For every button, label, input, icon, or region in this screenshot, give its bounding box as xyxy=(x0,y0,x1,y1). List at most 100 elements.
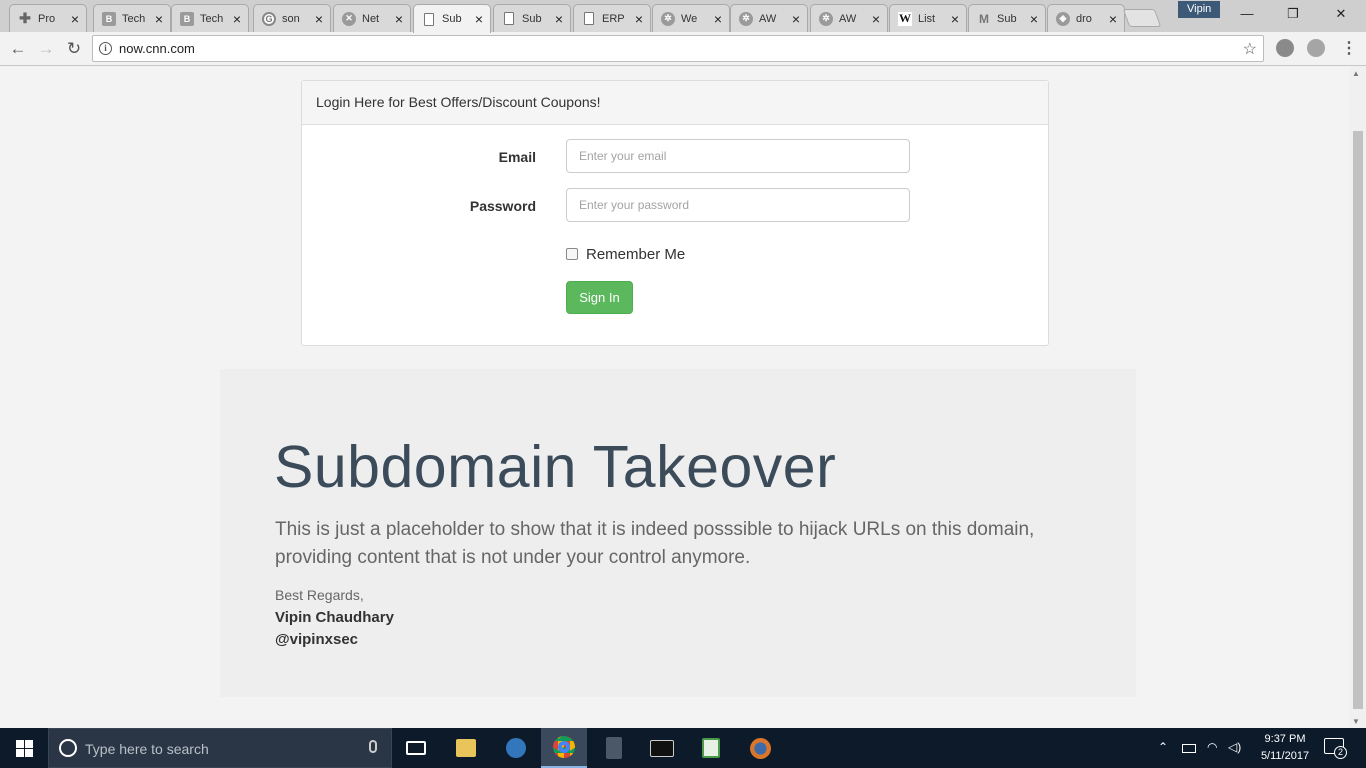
close-icon[interactable]: × xyxy=(69,11,81,27)
firefox-icon[interactable] xyxy=(737,728,783,768)
author-handle: @vipinxsec xyxy=(275,631,358,648)
close-icon[interactable]: × xyxy=(473,11,485,27)
address-bar[interactable]: i now.cnn.com ☆ xyxy=(92,35,1264,62)
password-field[interactable] xyxy=(566,188,910,222)
tab-10[interactable]: ✲ AW × xyxy=(810,4,888,32)
close-icon[interactable]: × xyxy=(712,11,724,27)
scroll-up-arrow-icon[interactable]: ▲ xyxy=(1352,69,1360,78)
page-title: Subdomain Takeover xyxy=(274,434,837,500)
start-button[interactable] xyxy=(0,728,48,768)
edge-icon[interactable] xyxy=(493,728,539,768)
tab-5-active[interactable]: Sub × xyxy=(413,4,491,33)
url-text[interactable]: now.cnn.com xyxy=(119,41,195,56)
star-icon[interactable]: ☆ xyxy=(1243,39,1257,59)
password-label: Password xyxy=(469,198,536,214)
tab-8[interactable]: ✲ We × xyxy=(652,4,730,32)
browser-toolbar: ← → ↻ i now.cnn.com ☆ ⋮ xyxy=(0,32,1366,66)
remember-me-checkbox[interactable] xyxy=(566,248,578,260)
new-tab-button[interactable] xyxy=(1122,9,1162,27)
close-icon[interactable]: × xyxy=(633,11,645,27)
close-icon[interactable]: × xyxy=(870,11,882,27)
scroll-thumb[interactable] xyxy=(1353,131,1363,709)
tab-0[interactable]: ✚ Pro × xyxy=(9,4,87,32)
file-explorer-icon[interactable] xyxy=(443,728,489,768)
tab-6[interactable]: Sub × xyxy=(493,4,571,32)
search-placeholder[interactable]: Type here to search xyxy=(85,741,209,757)
tab-11[interactable]: W List × xyxy=(889,4,967,32)
wikipedia-icon: W xyxy=(898,11,912,26)
blogger-icon: B xyxy=(180,11,194,26)
close-icon[interactable]: × xyxy=(153,11,165,27)
extension-icon[interactable] xyxy=(1276,39,1294,57)
tab-2[interactable]: B Tech × xyxy=(171,4,249,32)
windows-logo-icon xyxy=(16,740,24,748)
microphone-icon[interactable] xyxy=(369,740,377,753)
tab-7[interactable]: ERP × xyxy=(573,4,651,32)
clock-date: 5/11/2017 xyxy=(1260,750,1310,762)
sign-in-button[interactable]: Sign In xyxy=(566,281,633,314)
taskbar-search[interactable]: Type here to search xyxy=(48,728,392,768)
reload-icon[interactable]: ↻ xyxy=(61,36,87,62)
close-icon[interactable]: × xyxy=(1028,11,1040,27)
tab-4[interactable]: ✕ Net × xyxy=(333,4,411,32)
tab-12[interactable]: M Sub × xyxy=(968,4,1046,32)
system-clock[interactable]: 9:37 PM 5/11/2017 xyxy=(1250,731,1320,765)
gear-icon: ✲ xyxy=(819,11,833,26)
tab-title: Tech xyxy=(200,12,224,25)
page-icon xyxy=(424,12,434,26)
info-icon[interactable]: i xyxy=(99,42,112,55)
tab-title: AW xyxy=(839,12,857,25)
tab-title: AW xyxy=(759,12,777,25)
menu-icon[interactable]: ⋮ xyxy=(1341,36,1357,62)
forward-arrow-icon[interactable]: → xyxy=(33,36,59,62)
tab-title: We xyxy=(681,12,698,25)
tab-title: dro xyxy=(1076,12,1092,25)
tab-title: Sub xyxy=(997,12,1017,25)
plus-icon: ✚ xyxy=(19,10,31,26)
extension-icon[interactable] xyxy=(1307,39,1325,57)
close-icon[interactable]: × xyxy=(231,11,243,27)
close-icon[interactable]: × xyxy=(393,11,405,27)
notepad-icon[interactable] xyxy=(688,728,734,768)
tab-title: Pro xyxy=(38,12,56,25)
page-viewport: Login Here for Best Offers/Discount Coup… xyxy=(0,67,1366,728)
close-icon[interactable]: × xyxy=(1107,11,1119,27)
back-arrow-icon[interactable]: ← xyxy=(5,36,31,62)
scroll-down-arrow-icon[interactable]: ▼ xyxy=(1352,717,1360,726)
close-icon[interactable]: × xyxy=(949,11,961,27)
tab-3[interactable]: G son × xyxy=(253,4,331,32)
volume-icon[interactable]: ◁) xyxy=(1228,740,1241,754)
gear-icon: ✲ xyxy=(739,11,753,26)
restore-icon[interactable]: ❐ xyxy=(1270,3,1316,25)
lead-text: This is just a placeholder to show that … xyxy=(275,519,1035,568)
author-name: Vipin Chaudhary xyxy=(275,609,394,626)
vertical-scrollbar[interactable]: ▲ ▼ xyxy=(1349,67,1366,728)
dropbox-icon: ◈ xyxy=(1056,11,1070,26)
wifi-icon[interactable]: ◠ xyxy=(1207,740,1217,754)
close-icon[interactable]: × xyxy=(553,11,565,27)
remember-me-label[interactable]: Remember Me xyxy=(586,246,685,263)
tab-13[interactable]: ◈ dro × xyxy=(1047,4,1125,32)
close-window-icon[interactable]: ✕ xyxy=(1318,3,1364,25)
minimize-icon[interactable]: — xyxy=(1224,3,1270,25)
profile-button[interactable]: Vipin xyxy=(1178,1,1221,18)
tab-1[interactable]: B Tech × xyxy=(93,4,171,32)
regards-text: Best Regards, xyxy=(275,587,364,603)
message-jumbotron: Subdomain Takeover This is just a placeh… xyxy=(220,369,1136,697)
app-icon[interactable] xyxy=(591,728,637,768)
close-icon[interactable]: × xyxy=(790,11,802,27)
tab-title: son xyxy=(282,12,300,25)
close-icon[interactable]: × xyxy=(313,11,325,27)
tab-title: Sub xyxy=(442,13,462,25)
chrome-icon[interactable] xyxy=(541,728,587,768)
task-view-icon[interactable] xyxy=(393,728,439,768)
gear-icon: ✲ xyxy=(661,11,675,26)
email-field[interactable] xyxy=(566,139,910,173)
terminal-icon[interactable] xyxy=(639,728,685,768)
tab-9[interactable]: ✲ AW × xyxy=(730,4,808,32)
chevron-up-icon[interactable]: ⌃ xyxy=(1158,740,1168,754)
x-icon: ✕ xyxy=(342,11,356,26)
battery-icon[interactable] xyxy=(1182,744,1196,753)
tab-strip: ✚ Pro × B Tech × B Tech × G son × ✕ Net … xyxy=(0,0,1366,33)
page-icon xyxy=(584,12,594,25)
